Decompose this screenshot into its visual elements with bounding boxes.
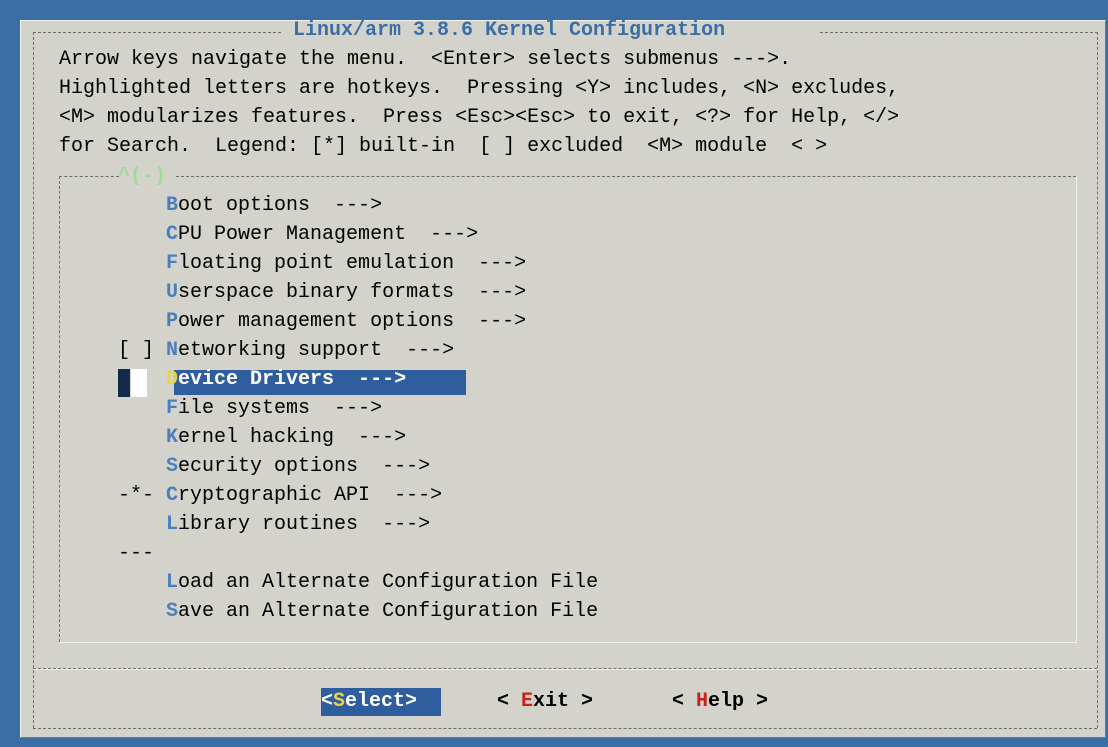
item-prefix [118, 571, 166, 594]
menu-item-security-options[interactable]: Security options ---> [118, 452, 430, 481]
hotkey-letter: H [696, 690, 709, 713]
item-prefix [118, 223, 166, 246]
outer-top-right-border [820, 32, 1098, 33]
item-label: oad an Alternate Configuration File [178, 571, 599, 594]
item-label: ecurity options ---> [178, 455, 431, 478]
menu-item-kernel-hacking[interactable]: Kernel hacking ---> [118, 423, 406, 452]
menu-item-file-systems[interactable]: File systems ---> [118, 394, 382, 423]
button-bracket: > [744, 690, 769, 713]
hotkey-letter: C [166, 484, 179, 507]
button-bracket: < [672, 690, 697, 713]
item-label: serspace binary formats ---> [178, 281, 527, 304]
builtin-marker: -*- [118, 484, 167, 507]
item-label: loating point emulation ---> [178, 252, 527, 275]
item-label: ile systems ---> [178, 397, 383, 420]
item-prefix [118, 455, 166, 478]
hotkey-letter: F [166, 397, 179, 420]
hotkey-letter: N [166, 339, 179, 362]
item-prefix [118, 368, 166, 391]
menu-item-library-routines[interactable]: Library routines ---> [118, 510, 430, 539]
help-line: for Search. Legend: [*] built-in [ ] exc… [59, 135, 828, 158]
item-label: etworking support ---> [178, 339, 455, 362]
menu-item-save-config[interactable]: Save an Alternate Configuration File [118, 597, 598, 626]
help-line: Highlighted letters are hotkeys. Pressin… [59, 77, 900, 100]
hotkey-letter: S [333, 690, 346, 713]
button-label: elect [345, 690, 406, 713]
menu-item-load-config[interactable]: Load an Alternate Configuration File [118, 568, 598, 597]
item-prefix [118, 310, 166, 333]
select-button[interactable]: <Select> [321, 687, 417, 716]
scroll-up-indicator: ^(-) [118, 165, 167, 188]
hotkey-letter: L [166, 571, 179, 594]
item-label: evice Drivers ---> [178, 368, 407, 391]
menu-item-cryptographic-api[interactable]: -*- Cryptographic API ---> [118, 481, 442, 510]
menu-item-device-drivers[interactable]: Device Drivers ---> [118, 365, 406, 394]
item-label: PU Power Management ---> [178, 223, 479, 246]
help-line: Arrow keys navigate the menu. <Enter> se… [59, 48, 792, 71]
button-bracket: < [497, 690, 522, 713]
hotkey-letter: F [166, 252, 179, 275]
button-area-separator-light [34, 669, 1097, 670]
window-title: Linux/arm 3.8.6 Kernel Configuration [281, 19, 738, 42]
hotkey-letter: P [166, 310, 179, 333]
item-label: ernel hacking ---> [178, 426, 407, 449]
help-line: <M> modularizes features. Press <Esc><Es… [59, 106, 900, 129]
item-prefix [118, 194, 166, 217]
menu-item-floating-point-emulation[interactable]: Floating point emulation ---> [118, 249, 526, 278]
outer-right-border [1097, 32, 1098, 728]
menu-box-right-border [1076, 176, 1077, 642]
help-button[interactable]: < Help > [672, 687, 768, 716]
button-bracket: > [569, 690, 594, 713]
button-label: elp [708, 690, 745, 713]
menu-box-top-border [59, 176, 119, 177]
menu-box-top-border [176, 176, 1076, 177]
outer-top-left-border [33, 32, 281, 33]
menu-item-userspace-binary-formats[interactable]: Userspace binary formats ---> [118, 278, 526, 307]
menu-separator: --- [118, 542, 155, 565]
button-bracket: > [405, 690, 418, 713]
item-label: ibrary routines ---> [178, 513, 431, 536]
item-prefix [118, 281, 166, 304]
outer-left-border [33, 32, 34, 728]
item-label: ryptographic API ---> [178, 484, 443, 507]
menu-item-power-management-options[interactable]: Power management options ---> [118, 307, 526, 336]
item-prefix [118, 426, 166, 449]
button-label: xit [533, 690, 570, 713]
hotkey-letter: S [166, 455, 179, 478]
menu-item-networking-support[interactable]: [ ] Networking support ---> [118, 336, 454, 365]
item-label: oot options ---> [178, 194, 383, 217]
menu-box-left-border [59, 176, 60, 642]
exit-button[interactable]: < Exit > [497, 687, 593, 716]
hotkey-letter: U [166, 281, 179, 304]
item-label: ave an Alternate Configuration File [178, 600, 599, 623]
item-prefix [118, 600, 166, 623]
hotkey-letter: E [521, 690, 534, 713]
hotkey-letter: C [166, 223, 179, 246]
item-prefix [118, 397, 166, 420]
item-prefix [118, 513, 166, 536]
button-bracket: < [321, 690, 334, 713]
menu-item-cpu-power-management[interactable]: CPU Power Management ---> [118, 220, 478, 249]
hotkey-letter: D [166, 368, 179, 391]
checkbox-state: [ ] [118, 339, 167, 362]
outer-bottom-border [33, 728, 1097, 729]
menu-box-bottom-border [59, 642, 1077, 643]
item-label: ower management options ---> [178, 310, 527, 333]
hotkey-letter: B [166, 194, 179, 217]
hotkey-letter: L [166, 513, 179, 536]
menu-item-boot-options[interactable]: Boot options ---> [118, 191, 382, 220]
hotkey-letter: S [166, 600, 179, 623]
item-prefix [118, 252, 166, 275]
hotkey-letter: K [166, 426, 179, 449]
